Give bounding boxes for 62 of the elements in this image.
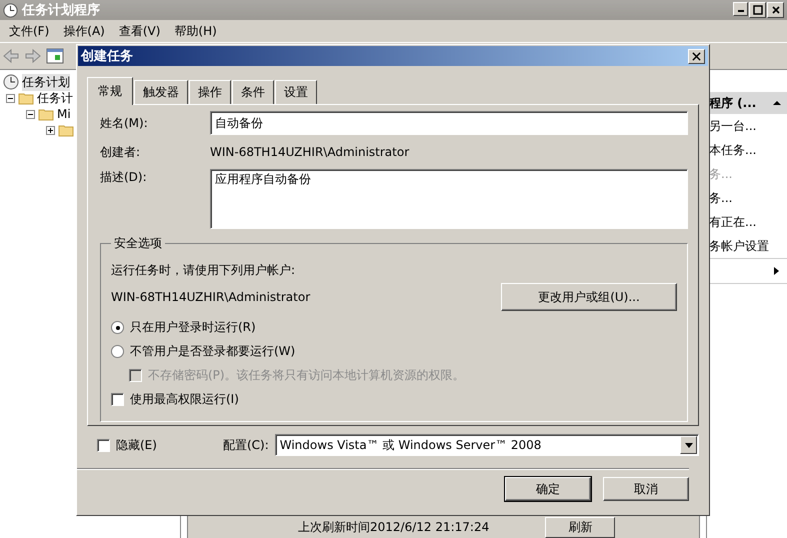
field-label: 姓名(M):: [100, 114, 149, 132]
submenu-arrow-icon[interactable]: [774, 267, 779, 275]
account-value: WIN-68TH14UZHIR\Administrator: [111, 290, 310, 304]
menu-item[interactable]: 操作(A): [56, 22, 112, 40]
maximize-button[interactable]: [749, 2, 766, 18]
collapse-icon[interactable]: [26, 110, 35, 118]
tree-item[interactable]: Mi: [57, 107, 71, 121]
option-label: 不管用户是否登录都要运行(W): [130, 343, 296, 360]
close-button[interactable]: [767, 2, 784, 18]
option-label: 隐藏(E): [116, 436, 157, 454]
account-prompt: 运行任务时，请使用下列用户帐户:: [111, 262, 296, 279]
action-item[interactable]: 务帐户设置: [707, 234, 787, 258]
ok-button[interactable]: 确定: [505, 477, 591, 501]
author-value: WIN-68TH14UZHIR\Administrator: [210, 144, 410, 161]
last-refresh-text: 上次刷新时间2012/6/12 21:17:24: [298, 518, 490, 536]
menu-item[interactable]: 文件(F): [2, 22, 56, 40]
action-item[interactable]: 本任务...: [707, 138, 787, 162]
tree-item[interactable]: 任务计划: [22, 74, 70, 90]
checkbox[interactable]: [111, 393, 124, 406]
field-label: 创建者:: [100, 144, 142, 160]
tab[interactable]: 条件: [232, 80, 274, 104]
menu-item[interactable]: 帮助(H): [167, 22, 224, 40]
change-user-button[interactable]: 更改用户或组(U)...: [501, 283, 677, 311]
description-field[interactable]: 应用程序自动备份: [210, 169, 688, 229]
maximize-icon: [752, 5, 762, 15]
minimize-icon: [738, 10, 744, 12]
expand-icon[interactable]: [46, 126, 55, 134]
tree-item[interactable]: 任务计: [37, 90, 73, 106]
window-title: 任务计划程序: [22, 2, 100, 19]
field-label: 描述(D):: [100, 169, 148, 186]
option-label: 只在用户登录时运行(R): [130, 319, 256, 336]
name-field[interactable]: 自动备份: [210, 111, 688, 135]
field-label: 配置(C):: [222, 436, 269, 454]
close-icon: [770, 5, 780, 15]
action-item[interactable]: 另一台...: [707, 114, 787, 138]
dropdown-arrow-icon: [684, 442, 692, 448]
tab[interactable]: 操作: [189, 80, 231, 104]
actions-title: 程序 (...: [709, 94, 756, 112]
collapse-icon[interactable]: [6, 94, 15, 102]
console-tree-icon[interactable]: [46, 47, 64, 65]
close-button[interactable]: [688, 48, 705, 64]
action-item[interactable]: 务...: [707, 186, 787, 210]
option-label: 使用最高权限运行(I): [130, 391, 239, 408]
tab[interactable]: 常规: [87, 77, 133, 105]
option-label: 不存储密码(P)。该任务将只有访问本地计算机资源的权限。: [148, 367, 465, 384]
tab[interactable]: 设置: [275, 80, 317, 104]
config-dropdown[interactable]: Windows Vista™ 或 Windows Server™ 2008: [274, 434, 699, 456]
dialog-title: 创建任务: [81, 48, 133, 65]
close-icon: [692, 52, 701, 60]
cancel-button[interactable]: 取消: [603, 477, 689, 501]
clock-icon: [3, 74, 19, 90]
menu-item[interactable]: 查看(V): [112, 22, 168, 40]
radio-button[interactable]: [111, 345, 124, 358]
group-title: 安全选项: [113, 235, 163, 252]
action-item[interactable]: 有正在...: [707, 210, 787, 234]
clock-icon: [3, 2, 18, 18]
tab[interactable]: 触发器: [134, 80, 188, 104]
minimize-button[interactable]: [733, 2, 748, 16]
collapse-caret-icon[interactable]: [773, 99, 781, 107]
radio-button[interactable]: [111, 321, 124, 334]
refresh-button[interactable]: 刷新: [545, 516, 616, 538]
checkbox[interactable]: [97, 438, 110, 452]
